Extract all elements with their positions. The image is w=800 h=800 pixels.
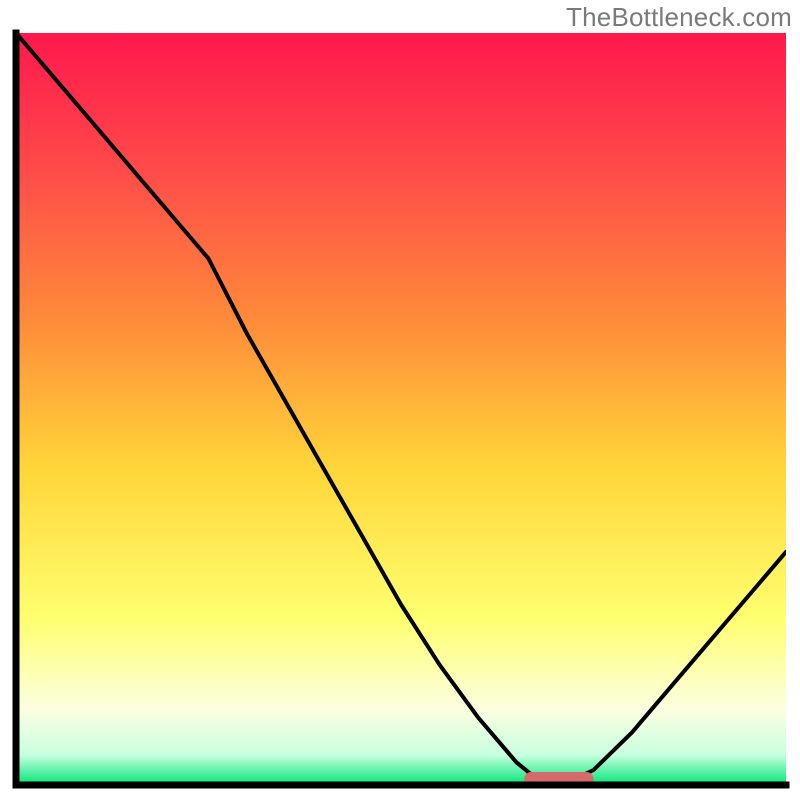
watermark-text: TheBottleneck.com	[566, 2, 792, 33]
plot-background	[16, 33, 786, 785]
chart-container: TheBottleneck.com	[0, 0, 800, 800]
bottleneck-chart	[0, 0, 800, 800]
